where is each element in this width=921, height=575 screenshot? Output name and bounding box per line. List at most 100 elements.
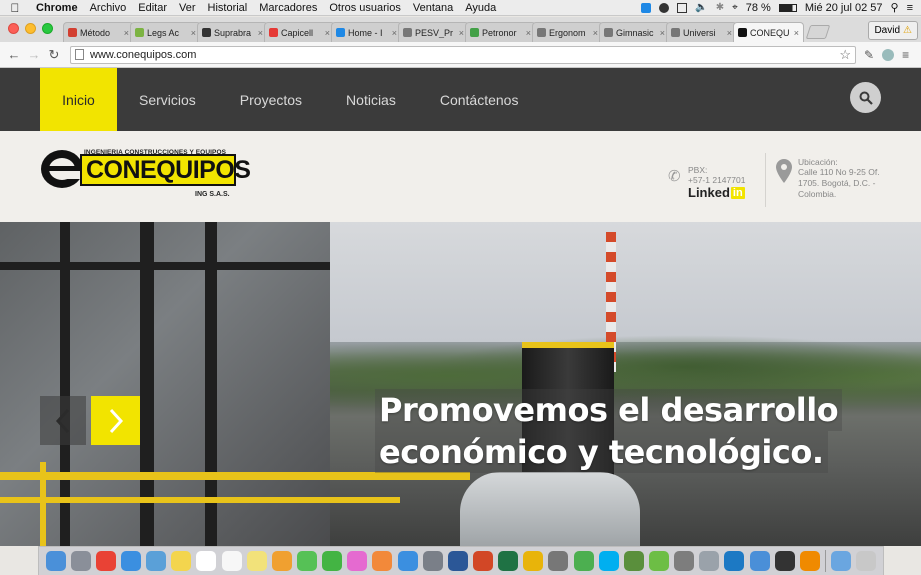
tab-close-icon[interactable]: × [459, 28, 464, 38]
bluetooth-icon[interactable]: ✱ [716, 2, 724, 13]
browser-tab[interactable]: Universi × [666, 22, 737, 42]
app-store-icon[interactable] [397, 551, 418, 571]
tab-close-icon[interactable]: × [258, 28, 263, 38]
photos-icon[interactable] [271, 551, 292, 571]
nav-noticias[interactable]: Noticias [324, 68, 418, 131]
tab-close-icon[interactable]: × [325, 28, 330, 38]
back-button[interactable]: ← [4, 47, 24, 62]
tab-close-icon[interactable]: × [191, 28, 196, 38]
vlc-like-icon[interactable] [523, 551, 544, 571]
launchpad-icon[interactable] [70, 551, 91, 571]
scrivener-icon[interactable] [548, 551, 569, 571]
reminders-icon[interactable] [221, 551, 242, 571]
stickies-icon[interactable] [246, 551, 267, 571]
browser-tab[interactable]: Capicell × [264, 22, 335, 42]
trash-icon[interactable] [856, 551, 877, 571]
notification-center-icon[interactable]: ≡ [907, 2, 913, 14]
ibooks-icon[interactable] [372, 551, 393, 571]
menu-ventana[interactable]: Ventana [407, 2, 459, 14]
maximize-window-button[interactable] [42, 23, 53, 34]
terminal-icon[interactable] [774, 551, 795, 571]
finder-icon[interactable] [45, 551, 66, 571]
apple-menu-icon[interactable]:  [0, 1, 30, 15]
menu-historial[interactable]: Historial [202, 2, 254, 14]
evernote-icon[interactable] [648, 551, 669, 571]
menu-ayuda[interactable]: Ayuda [459, 2, 502, 14]
disk-utility-icon[interactable] [699, 551, 720, 571]
system-preferences-icon[interactable] [422, 551, 443, 571]
browser-tab[interactable]: Petronor × [465, 22, 536, 42]
bluetooth-icon[interactable] [749, 551, 770, 571]
facetime-icon[interactable] [322, 551, 343, 571]
skype-extension-icon[interactable] [882, 48, 895, 61]
copy-tray-icon[interactable] [677, 2, 688, 13]
teamviewer-icon[interactable] [724, 551, 745, 571]
wifi-icon[interactable]: ⌖ [732, 2, 738, 13]
word-icon[interactable] [447, 551, 468, 571]
battery-percent[interactable]: 78 % [746, 2, 771, 14]
calendar-icon[interactable] [196, 551, 217, 571]
battery-icon[interactable] [778, 3, 797, 12]
messages-icon[interactable] [296, 551, 317, 571]
tab-close-icon[interactable]: × [794, 28, 799, 38]
browser-tab[interactable]: Método × [63, 22, 134, 42]
close-window-button[interactable] [8, 23, 19, 34]
downloads-icon[interactable] [831, 551, 852, 571]
menu-marcadores[interactable]: Marcadores [253, 2, 323, 14]
browser-tab[interactable]: CONEQU × [733, 22, 804, 42]
address-bar[interactable]: www.conequipos.com ☆ [70, 45, 856, 64]
browser-tab[interactable]: Legs Ac × [130, 22, 201, 42]
nav-proyectos[interactable]: Proyectos [218, 68, 324, 131]
site-search-button[interactable] [850, 82, 881, 113]
tab-close-icon[interactable]: × [660, 28, 665, 38]
browser-tab[interactable]: Ergonom × [532, 22, 603, 42]
chrome-icon[interactable] [95, 551, 116, 571]
nav-inicio[interactable]: Inicio [40, 68, 117, 131]
chrome-menu-icon[interactable]: ≡ [902, 48, 909, 62]
browser-tab[interactable]: PESV_Pr × [398, 22, 469, 42]
spotlight-icon[interactable]: ⚲ [891, 1, 899, 14]
conequipos-logo[interactable]: INGENIERIA CONSTRUCCIONES Y EQUIPOS CONE… [40, 147, 251, 207]
eyedropper-extension-icon[interactable]: ✎ [864, 48, 874, 62]
volume-icon[interactable]: 🔈 [695, 2, 707, 13]
menu-otros-usuarios[interactable]: Otros usuarios [323, 2, 407, 14]
skype-icon[interactable] [598, 551, 619, 571]
skype-tray-icon[interactable] [641, 2, 652, 13]
itunes-icon[interactable] [347, 551, 368, 571]
browser-tab[interactable]: Suprabra × [197, 22, 268, 42]
nav-contactenos[interactable]: Contáctenos [418, 68, 541, 131]
grapher-icon[interactable] [623, 551, 644, 571]
minimize-window-button[interactable] [25, 23, 36, 34]
nav-servicios[interactable]: Servicios [117, 68, 218, 131]
menu-ver[interactable]: Ver [173, 2, 202, 14]
bookmark-star-icon[interactable]: ☆ [839, 47, 851, 63]
slider-next-button[interactable] [91, 396, 140, 445]
notes-icon[interactable] [171, 551, 192, 571]
forward-button[interactable]: → [24, 47, 44, 62]
clock[interactable]: Mié 20 jul 02 57 [805, 2, 883, 14]
tab-close-icon[interactable]: × [124, 28, 129, 38]
powerpoint-icon[interactable] [472, 551, 493, 571]
linkedin-link[interactable]: Linked in [688, 185, 745, 200]
browser-tab[interactable]: Home - I × [331, 22, 402, 42]
sublime-icon[interactable] [674, 551, 695, 571]
slider-prev-button[interactable] [40, 396, 86, 445]
browser-tab[interactable]: Gimnasic × [599, 22, 670, 42]
user-tray-icon[interactable] [659, 2, 670, 13]
vlc-icon[interactable] [799, 551, 820, 571]
tab-close-icon[interactable]: × [526, 28, 531, 38]
utorrent-icon[interactable] [573, 551, 594, 571]
tab-close-icon[interactable]: × [593, 28, 598, 38]
safari-icon[interactable] [120, 551, 141, 571]
menu-app-chrome[interactable]: Chrome [30, 2, 84, 14]
menu-editar[interactable]: Editar [132, 2, 173, 14]
excel-icon[interactable] [498, 551, 519, 571]
tab-close-icon[interactable]: × [392, 28, 397, 38]
preview-icon[interactable] [146, 551, 167, 571]
pbx-number[interactable]: +57-1 2147701 [688, 175, 745, 185]
new-tab-button[interactable] [805, 25, 831, 39]
menu-archivo[interactable]: Archivo [84, 2, 133, 14]
reload-button[interactable]: ↻ [44, 47, 64, 63]
profile-button[interactable]: David ⚠ [868, 21, 918, 40]
tab-close-icon[interactable]: × [727, 28, 732, 38]
